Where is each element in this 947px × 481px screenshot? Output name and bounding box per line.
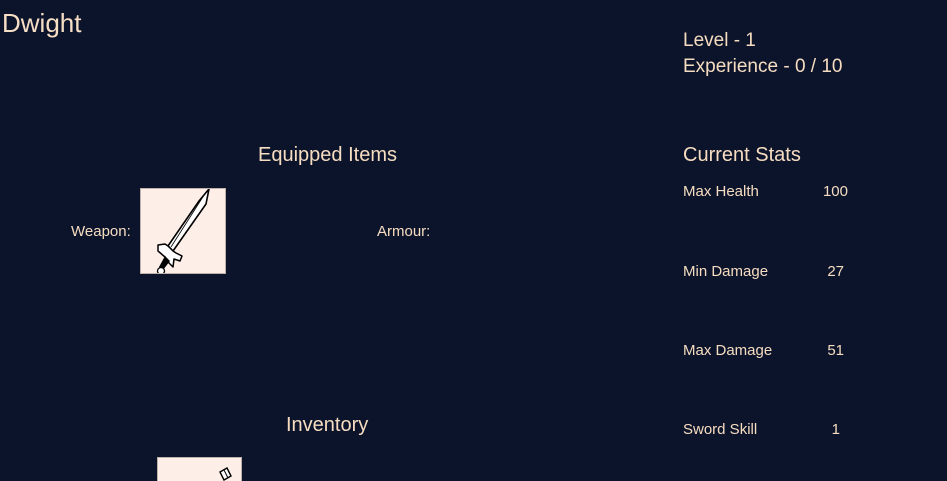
inventory-title: Inventory xyxy=(286,414,369,436)
armour-label: Armour: xyxy=(377,223,431,240)
stat-value-max-damage: 51 xyxy=(827,342,844,359)
item-icon xyxy=(219,467,232,481)
current-stats-title: Current Stats xyxy=(683,144,801,166)
sword-icon xyxy=(156,189,210,273)
weapon-label: Weapon: xyxy=(71,223,131,240)
experience-text: Experience - 0 / 10 xyxy=(683,56,843,77)
stat-name-min-damage: Min Damage xyxy=(683,263,769,280)
equipped-items-title: Equipped Items xyxy=(258,144,397,166)
stat-value-min-damage: 27 xyxy=(827,263,844,280)
level-text: Level - 1 xyxy=(683,30,756,51)
inventory-slot[interactable] xyxy=(157,457,242,481)
stat-value-max-health: 100 xyxy=(822,183,848,200)
character-name: Dwight xyxy=(2,8,82,38)
character-screen: Dwight Level - 1 Experience - 0 / 10 Equ… xyxy=(0,0,947,481)
weapon-slot[interactable] xyxy=(140,188,226,274)
stat-name-max-health: Max Health xyxy=(683,183,759,200)
stat-name-max-damage: Max Damage xyxy=(683,342,773,359)
stat-name-sword-skill: Sword Skill xyxy=(683,421,758,438)
stat-value-sword-skill: 1 xyxy=(831,421,840,438)
